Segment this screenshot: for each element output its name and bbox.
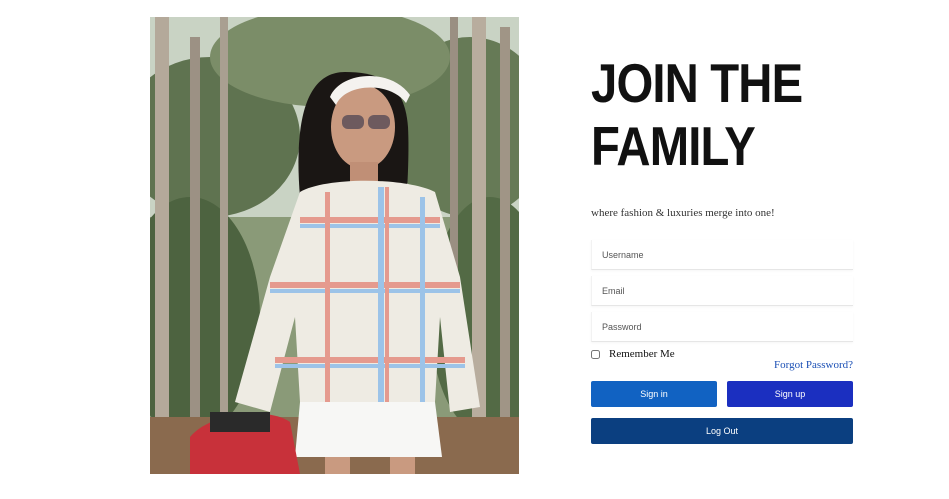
title-line-1: JOIN THE (591, 52, 803, 114)
remember-me-checkbox[interactable] (591, 349, 600, 359)
remember-me-label: Remember Me (609, 348, 675, 360)
sign-up-button[interactable]: Sign up (727, 381, 853, 407)
tagline: where fashion & luxuries merge into one! (591, 207, 775, 219)
sign-in-button[interactable]: Sign in (591, 381, 717, 407)
email-input[interactable] (591, 276, 853, 306)
password-input[interactable] (591, 312, 853, 342)
forgot-password-link[interactable]: Forgot Password? (774, 359, 853, 371)
hero-photo (150, 17, 519, 474)
username-input[interactable] (591, 240, 853, 270)
fashion-model-image (150, 17, 519, 474)
remember-me: Remember Me (591, 348, 675, 360)
page-title: JOIN THE FAMILY (591, 52, 849, 178)
log-out-button[interactable]: Log Out (591, 418, 853, 444)
signup-panel: JOIN THE FAMILY where fashion & luxuries… (591, 52, 853, 444)
title-line-2: FAMILY (591, 115, 756, 177)
